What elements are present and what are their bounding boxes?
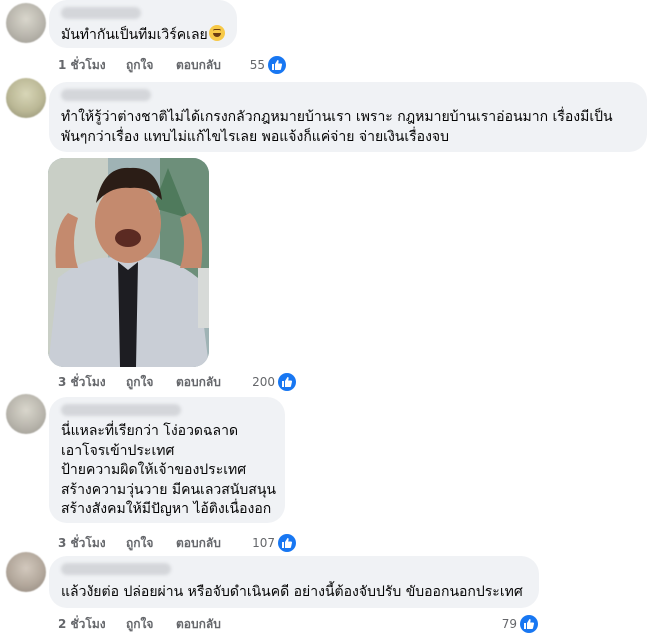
reaction-count[interactable]: 79	[482, 615, 538, 633]
like-button[interactable]: ถูกใจ	[126, 535, 153, 551]
thumbs-up-icon	[520, 615, 538, 633]
author-name-redacted[interactable]	[61, 563, 171, 575]
like-count: 200	[252, 375, 275, 389]
like-count: 79	[501, 617, 517, 631]
author-name-redacted[interactable]	[61, 404, 181, 416]
comment-text: ทำให้รู้ว่าต่างชาติไม่ได้เกรงกลัวกฎหมายบ…	[61, 109, 613, 145]
comment-text: มันทำกันเป็นทีมเวิร์คเลย	[61, 25, 225, 46]
author-name-redacted[interactable]	[61, 89, 151, 101]
comment-actions: 3 ชั่วโมง ถูกใจ ตอบกลับ	[58, 535, 258, 551]
comment-text: นี่แหละที่เรียกว่า โง่อวดฉลาด เอาโจรเข้า…	[61, 423, 276, 517]
reply-button[interactable]: ตอบกลับ	[176, 616, 221, 632]
comment-bubble: มันทำกันเป็นทีมเวิร์คเลย	[49, 0, 237, 48]
comment-bubble: นี่แหละที่เรียกว่า โง่อวดฉลาด เอาโจรเข้า…	[49, 397, 285, 523]
comment-actions: 2 ชั่วโมง ถูกใจ ตอบกลับ	[58, 616, 258, 632]
thumbs-up-icon	[268, 56, 286, 74]
avatar[interactable]	[6, 552, 46, 592]
laughing-man-gif[interactable]	[48, 158, 209, 367]
like-button[interactable]: ถูกใจ	[126, 616, 153, 632]
comment-actions: 1 ชั่วโมง ถูกใจ ตอบกลับ	[58, 57, 258, 73]
comment-actions: 3 ชั่วโมง ถูกใจ ตอบกลับ	[58, 374, 258, 390]
avatar[interactable]	[6, 394, 46, 434]
reply-button[interactable]: ตอบกลับ	[176, 535, 221, 551]
reply-button[interactable]: ตอบกลับ	[176, 57, 221, 73]
comment-bubble: ทำให้รู้ว่าต่างชาติไม่ได้เกรงกลัวกฎหมายบ…	[49, 82, 647, 152]
grinning-squinting-face-icon	[208, 25, 225, 41]
like-count: 55	[249, 58, 265, 72]
thumbs-up-icon	[278, 373, 296, 391]
reaction-count[interactable]: 200	[240, 373, 296, 391]
reaction-count[interactable]: 55	[230, 56, 286, 74]
comment-bubble: แล้วงัยต่อ ปล่อยผ่าน หรือจับดำเนินคดี อย…	[49, 556, 539, 608]
thumbs-up-icon	[278, 534, 296, 552]
like-count: 107	[252, 536, 275, 550]
reaction-count[interactable]: 107	[240, 534, 296, 552]
comment-text-content: มันทำกันเป็นทีมเวิร์คเลย	[61, 27, 208, 43]
author-name-redacted[interactable]	[61, 7, 141, 19]
comment-time[interactable]: 3 ชั่วโมง	[58, 535, 106, 551]
like-button[interactable]: ถูกใจ	[126, 374, 153, 390]
comment-text: แล้วงัยต่อ ปล่อยผ่าน หรือจับดำเนินคดี อย…	[61, 584, 523, 600]
like-button[interactable]: ถูกใจ	[126, 57, 153, 73]
reply-button[interactable]: ตอบกลับ	[176, 374, 221, 390]
comment-time[interactable]: 2 ชั่วโมง	[58, 616, 106, 632]
comment-time[interactable]: 1 ชั่วโมง	[58, 57, 106, 73]
avatar[interactable]	[6, 78, 46, 118]
avatar[interactable]	[6, 3, 46, 43]
comment-time[interactable]: 3 ชั่วโมง	[58, 374, 106, 390]
